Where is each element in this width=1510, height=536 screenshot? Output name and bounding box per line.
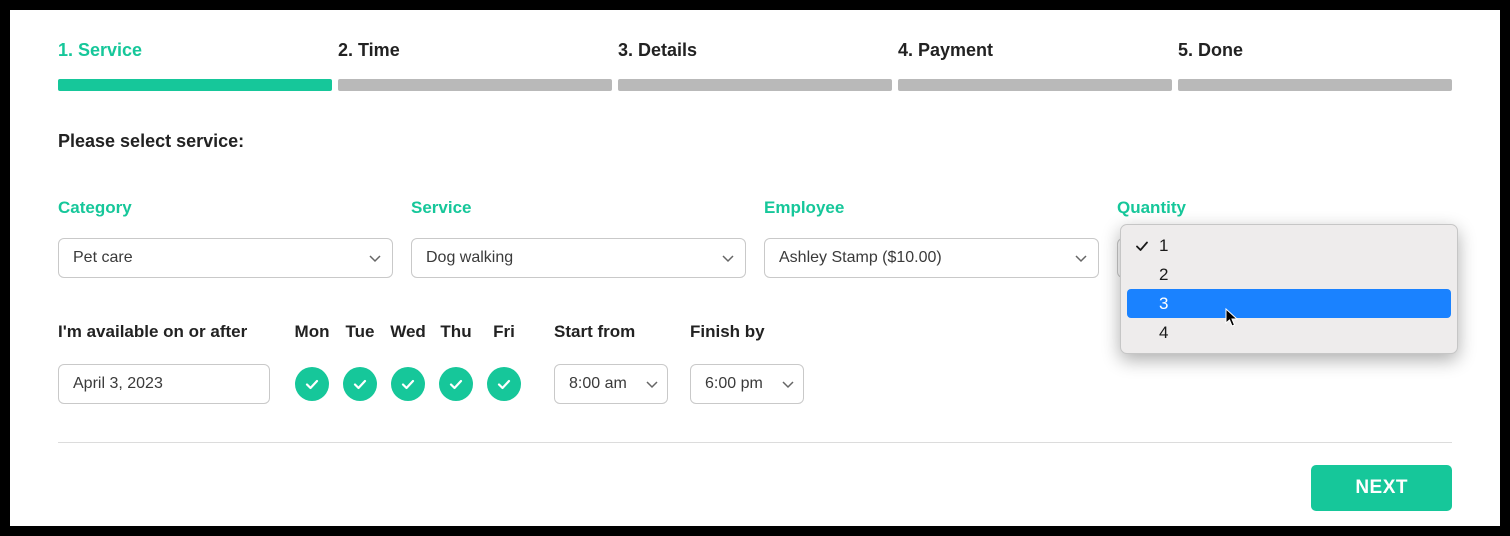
quantity-option-label: 4 [1159,323,1168,343]
step-progress-bar [1178,79,1452,91]
day-col-thu: Thu [436,322,476,401]
finish-by-select[interactable]: 6:00 pm [690,364,804,404]
finish-by-field: Finish by 6:00 pm [690,322,804,404]
day-label: Wed [388,322,428,342]
employee-field: Employee Ashley Stamp ($10.00) [764,198,1099,278]
available-date-field: I'm available on or after April 3, 2023 [58,322,270,404]
start-from-field: Start from 8:00 am [554,322,668,404]
category-select[interactable]: Pet care [58,238,393,278]
next-button[interactable]: NEXT [1311,465,1452,511]
quantity-option-label: 1 [1159,236,1168,256]
day-toggle-mon[interactable] [295,367,329,401]
quantity-option-1[interactable]: 1 [1127,231,1451,260]
step-progress-bar [618,79,892,91]
start-from-label: Start from [554,322,668,342]
chevron-down-icon [645,377,659,391]
quantity-option-label: 2 [1159,265,1168,285]
chevron-down-icon [368,251,382,265]
booking-wizard-frame: 1. Service 2. Time 3. Details 4. Payment… [10,10,1500,526]
step-time[interactable]: 2. Time [338,40,612,91]
step-payment[interactable]: 4. Payment [898,40,1172,91]
step-progress-bar [898,79,1172,91]
step-label: 4. Payment [898,40,1172,61]
day-toggle-thu[interactable] [439,367,473,401]
footer: NEXT [58,465,1452,511]
service-value: Dog walking [426,249,513,267]
weekday-toggles: Mon Tue Wed Thu [292,322,524,401]
step-progress-bar [58,79,332,91]
finish-by-value: 6:00 pm [705,375,763,393]
category-field: Category Pet care [58,198,393,278]
available-date-input[interactable]: April 3, 2023 [58,364,270,404]
step-label: 5. Done [1178,40,1452,61]
service-label: Service [411,198,746,218]
section-divider [58,442,1452,443]
quantity-option-4[interactable]: 4 [1127,318,1451,347]
category-label: Category [58,198,393,218]
step-label: 2. Time [338,40,612,61]
available-date-value: April 3, 2023 [73,375,163,393]
category-value: Pet care [73,249,133,267]
stepper: 1. Service 2. Time 3. Details 4. Payment… [58,40,1452,91]
step-service[interactable]: 1. Service [58,40,332,91]
day-label: Fri [484,322,524,342]
checkmark-icon [1135,239,1149,253]
employee-value: Ashley Stamp ($10.00) [779,249,942,267]
day-label: Mon [292,322,332,342]
day-toggle-wed[interactable] [391,367,425,401]
service-field: Service Dog walking [411,198,746,278]
day-col-mon: Mon [292,322,332,401]
quantity-option-2[interactable]: 2 [1127,260,1451,289]
step-details[interactable]: 3. Details [618,40,892,91]
section-prompt: Please select service: [58,131,1452,152]
chevron-down-icon [1074,251,1088,265]
day-toggle-fri[interactable] [487,367,521,401]
employee-label: Employee [764,198,1099,218]
day-col-fri: Fri [484,322,524,401]
day-label: Tue [340,322,380,342]
chevron-down-icon [721,251,735,265]
employee-select[interactable]: Ashley Stamp ($10.00) [764,238,1099,278]
quantity-label: Quantity [1117,198,1452,218]
quantity-dropdown[interactable]: 1 2 3 4 [1120,224,1458,354]
quantity-option-3[interactable]: 3 [1127,289,1451,318]
quantity-option-label: 3 [1159,294,1168,314]
chevron-down-icon [781,377,795,391]
start-from-value: 8:00 am [569,375,627,393]
step-done[interactable]: 5. Done [1178,40,1452,91]
service-select[interactable]: Dog walking [411,238,746,278]
day-col-tue: Tue [340,322,380,401]
available-date-label: I'm available on or after [58,322,270,342]
finish-by-label: Finish by [690,322,804,342]
step-label: 3. Details [618,40,892,61]
step-progress-bar [338,79,612,91]
day-label: Thu [436,322,476,342]
step-label: 1. Service [58,40,332,61]
day-col-wed: Wed [388,322,428,401]
start-from-select[interactable]: 8:00 am [554,364,668,404]
day-toggle-tue[interactable] [343,367,377,401]
